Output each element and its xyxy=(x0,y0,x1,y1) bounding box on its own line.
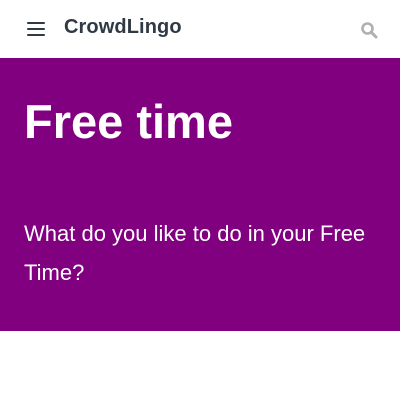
menu-bar-line xyxy=(27,22,45,24)
search-icon-graphic xyxy=(361,22,378,39)
brand-logo-link[interactable]: CrowdLingo xyxy=(64,16,182,39)
menu-bar-line xyxy=(27,28,45,30)
menu-bar-line xyxy=(27,34,45,36)
search-icon[interactable] xyxy=(360,21,378,39)
hero-subtitle: What do you like to do in your Free Time… xyxy=(24,221,366,285)
page-title: Free time xyxy=(24,95,233,148)
top-navigation-bar: CrowdLingo xyxy=(0,0,400,58)
hero-banner: Free time What do you like to do in your… xyxy=(0,58,400,331)
hamburger-menu-icon[interactable] xyxy=(27,20,45,36)
